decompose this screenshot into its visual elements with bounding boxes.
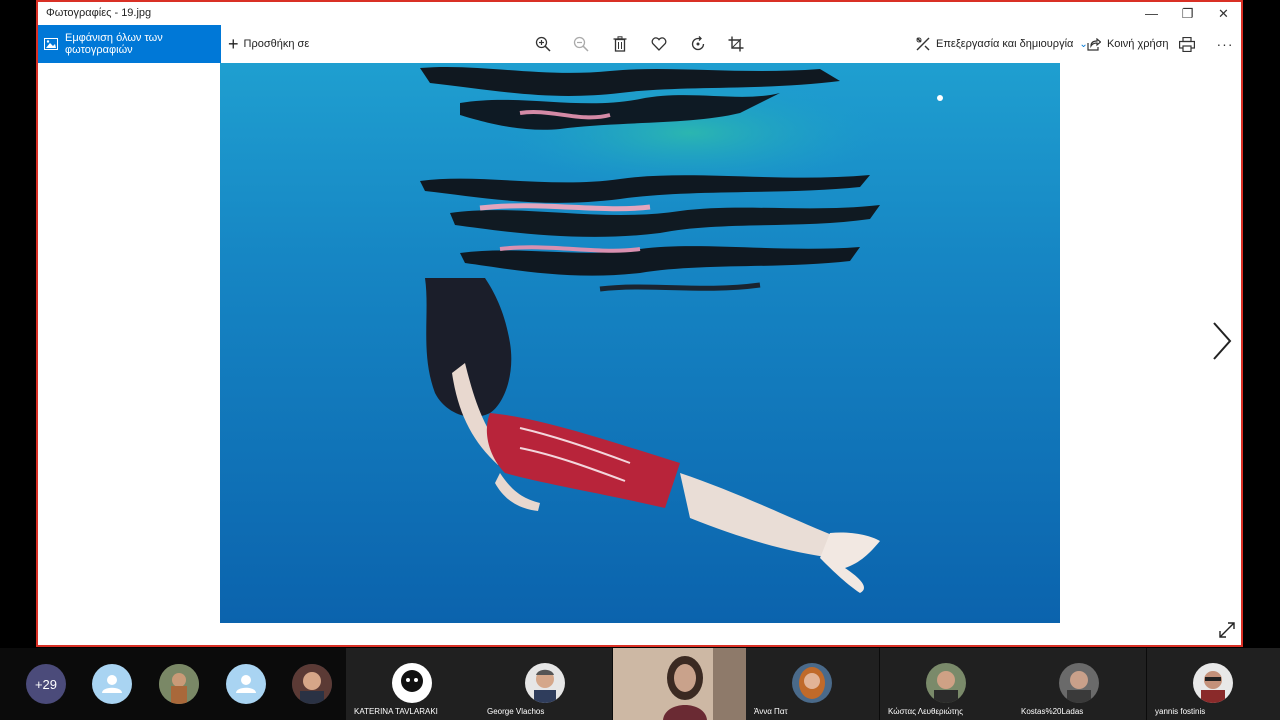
zoom-out-icon[interactable] <box>571 34 591 54</box>
participant-tile[interactable]: Kostas%20Ladas <box>1013 648 1146 720</box>
more-participants-badge[interactable]: +29 <box>26 664 66 704</box>
participant-tile[interactable]: Άννα Πατ <box>746 648 879 720</box>
title-bar: Φωτογραφίες - 19.jpg — ❐ ✕ <box>38 2 1241 25</box>
crop-icon[interactable] <box>726 34 746 54</box>
participant-tile[interactable]: yannis fostinis <box>1147 648 1280 720</box>
person-icon <box>236 675 256 693</box>
photos-app-window: Φωτογραφίες - 19.jpg — ❐ ✕ Εμφάνιση όλων… <box>36 0 1243 647</box>
avatar[interactable] <box>92 664 132 704</box>
participant-name: yannis fostinis <box>1155 707 1206 716</box>
see-all-photos-label: Εμφάνιση όλων των φωτογραφιών <box>65 32 163 56</box>
edit-create-icon <box>916 37 930 51</box>
add-to-button[interactable]: + Προσθήκη σε <box>228 25 309 63</box>
rotate-icon[interactable] <box>688 34 708 54</box>
participant-tile[interactable]: KATERINA TAVLARAKI <box>346 648 479 720</box>
share-label: Κοινή χρήση <box>1107 38 1169 50</box>
participant-name: George Vlachos <box>487 707 545 716</box>
maximize-button[interactable]: ❐ <box>1170 2 1205 25</box>
zoom-in-icon[interactable] <box>533 34 553 54</box>
plus-icon: + <box>228 34 239 54</box>
participant-tile[interactable]: George Vlachos <box>479 648 612 720</box>
see-all-photos-button[interactable]: Εμφάνιση όλων των φωτογραφιών <box>38 25 221 63</box>
avatar <box>792 663 832 703</box>
edit-create-label: Επεξεργασία και δημιουργία <box>936 38 1074 50</box>
avatar[interactable] <box>292 664 332 704</box>
next-photo-arrow[interactable] <box>1210 321 1234 361</box>
avatar[interactable] <box>159 664 199 704</box>
edit-create-button[interactable]: Επεξεργασία και δημιουργία ⌄ <box>916 25 1088 63</box>
participant-name: Κώστας Λευθεριώτης <box>888 707 963 716</box>
avatar <box>392 663 432 703</box>
avatar <box>1193 663 1233 703</box>
avatar[interactable] <box>226 664 266 704</box>
avatar <box>1059 663 1099 703</box>
underwater-photo <box>220 63 1060 623</box>
close-button[interactable]: ✕ <box>1206 2 1241 25</box>
avatar <box>525 663 565 703</box>
photo-icon <box>44 38 58 50</box>
person-icon <box>102 675 122 693</box>
avatar <box>926 663 966 703</box>
participant-name: KATERINA TAVLARAKI <box>354 707 438 716</box>
participant-tile[interactable]: Κώστας Λευθεριώτης <box>880 648 1013 720</box>
fullscreen-icon[interactable] <box>1218 621 1236 639</box>
window-title: Φωτογραφίες - 19.jpg <box>46 7 152 19</box>
share-icon <box>1087 37 1101 51</box>
more-icon[interactable]: ··· <box>1215 34 1235 54</box>
toolbar: Εμφάνιση όλων των φωτογραφιών + Προσθήκη… <box>38 25 1241 63</box>
photo-viewer <box>38 63 1241 645</box>
share-button[interactable]: Κοινή χρήση <box>1087 25 1169 63</box>
print-icon[interactable] <box>1177 34 1197 54</box>
participant-name: Kostas%20Ladas <box>1021 707 1084 716</box>
heart-icon[interactable] <box>649 34 669 54</box>
minimize-button[interactable]: — <box>1134 2 1169 25</box>
participant-name: Άννα Πατ <box>754 707 788 716</box>
participant-video-tile[interactable] <box>613 648 746 720</box>
add-to-label: Προσθήκη σε <box>243 38 310 50</box>
delete-icon[interactable] <box>610 34 630 54</box>
